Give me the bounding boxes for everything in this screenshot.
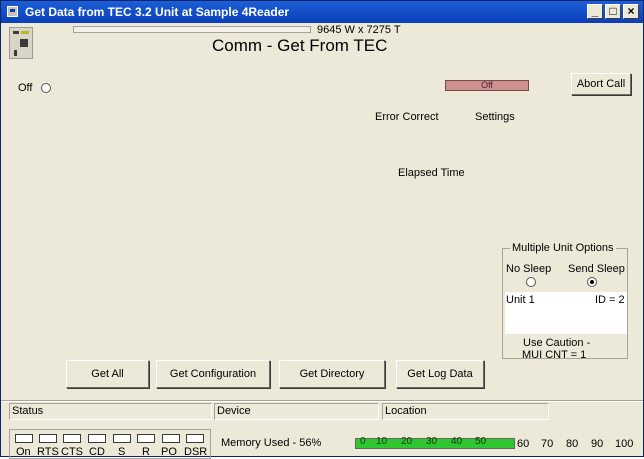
led-label-on: On xyxy=(16,446,31,458)
led-cd xyxy=(88,434,106,443)
scale-label-80: 80 xyxy=(566,438,579,450)
unit-name: Unit 1 xyxy=(506,294,535,306)
transfer-progress-bar xyxy=(73,26,311,33)
led-label-rts: RTS xyxy=(37,446,59,458)
page-title: Comm - Get From TEC xyxy=(212,36,388,55)
status-indicator: Off xyxy=(445,80,529,91)
scale-label-0: 0 xyxy=(360,436,366,447)
elapsed-time-label: Elapsed Time xyxy=(398,167,465,179)
get-directory-button[interactable]: Get Directory xyxy=(279,360,385,388)
scale-label-20: 20 xyxy=(401,436,413,447)
led-label-po: PO xyxy=(161,446,177,458)
led-on xyxy=(15,434,33,443)
title-bar[interactable]: Get Data from TEC 3.2 Unit at Sample 4Re… xyxy=(1,1,643,23)
unit-id: ID = 2 xyxy=(595,294,625,306)
abort-call-button[interactable]: Abort Call xyxy=(571,73,631,95)
led-label-s: S xyxy=(118,446,126,458)
scale-label-30: 30 xyxy=(426,436,438,447)
off-radio[interactable] xyxy=(41,83,51,93)
led-r xyxy=(137,434,155,443)
get-log-data-button[interactable]: Get Log Data xyxy=(396,360,484,388)
group-title: Multiple Unit Options xyxy=(510,242,616,254)
send-sleep-radio[interactable] xyxy=(587,277,597,287)
led-rts xyxy=(39,434,57,443)
send-sleep-label: Send Sleep xyxy=(568,263,625,275)
caution-text: Use Caution - xyxy=(523,337,591,349)
get-configuration-button[interactable]: Get Configuration xyxy=(156,360,270,388)
off-label: Off xyxy=(18,82,33,94)
scale-label-40: 40 xyxy=(451,436,463,447)
led-label-r: R xyxy=(142,446,150,458)
no-sleep-label: No Sleep xyxy=(506,263,552,275)
scale-label-90: 90 xyxy=(591,438,604,450)
memory-used-label: Memory Used - 56% xyxy=(221,437,322,449)
led-cts xyxy=(63,434,81,443)
scale-label-50: 50 xyxy=(475,436,487,447)
scale-label-100: 100 xyxy=(615,438,634,450)
led-label-cts: CTS xyxy=(61,446,83,458)
led-label-cd: CD xyxy=(89,446,105,458)
status-separator xyxy=(1,400,643,402)
get-all-button[interactable]: Get All xyxy=(66,360,149,388)
device-logo-icon xyxy=(9,27,33,59)
window-title: Get Data from TEC 3.2 Unit at Sample 4Re… xyxy=(25,5,290,19)
mui-count-text: MUI CNT = 1 xyxy=(522,349,587,361)
no-sleep-radio[interactable] xyxy=(526,277,536,287)
error-correct-label: Error Correct xyxy=(375,111,439,123)
scale-label-70: 70 xyxy=(541,438,554,450)
close-button[interactable]: × xyxy=(623,4,639,19)
settings-label: Settings xyxy=(475,111,515,123)
app-window: Get Data from TEC 3.2 Unit at Sample 4Re… xyxy=(0,0,644,459)
scale-label-10: 10 xyxy=(376,436,388,447)
led-s xyxy=(113,434,131,443)
led-po xyxy=(162,434,180,443)
minimize-button[interactable]: _ xyxy=(587,4,603,19)
app-icon xyxy=(7,6,18,17)
scale-label-60: 60 xyxy=(517,438,530,450)
status-panel: Status xyxy=(9,403,212,420)
led-label-dsr: DSR xyxy=(184,446,208,458)
location-panel: Location xyxy=(382,403,549,420)
maximize-button[interactable]: □ xyxy=(605,4,621,19)
unit-list[interactable]: Unit 1 ID = 2 xyxy=(505,292,627,334)
dimensions-readout: 9645 W x 7275 T xyxy=(317,24,401,36)
led-dsr xyxy=(186,434,204,443)
device-panel: Device xyxy=(214,403,379,420)
